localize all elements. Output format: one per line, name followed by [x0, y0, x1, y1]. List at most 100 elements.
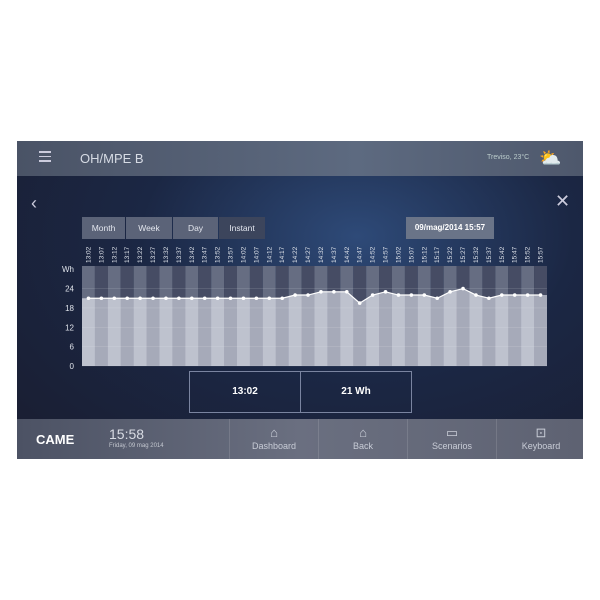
- y-axis-label: Wh: [62, 265, 74, 274]
- x-tick-label: 15:17: [434, 246, 441, 263]
- data-point: [487, 296, 491, 301]
- column-shade: [430, 266, 444, 366]
- x-tick-label: 15:47: [512, 246, 519, 263]
- data-point: [177, 296, 181, 301]
- data-point: [422, 293, 427, 297]
- column-shade: [482, 266, 496, 366]
- data-point: [319, 290, 323, 294]
- column-shade: [508, 266, 522, 366]
- nav-keyboard[interactable]: ⊡ Keyboard: [496, 419, 583, 459]
- x-tick-label: 15:42: [499, 246, 506, 263]
- x-tick-label: 13:27: [150, 246, 157, 263]
- x-tick-label: 14:07: [253, 246, 260, 263]
- data-point: [138, 296, 142, 301]
- x-tick-label: 15:22: [447, 246, 454, 263]
- x-tick-label: 15:02: [395, 246, 402, 263]
- column-shade: [327, 266, 341, 366]
- data-point: [306, 293, 310, 297]
- data-point: [396, 293, 401, 297]
- home-icon: ⌂: [270, 425, 278, 440]
- data-point: [151, 296, 155, 301]
- y-tick-label: 0: [70, 362, 75, 371]
- home-icon: ⌂: [359, 425, 367, 440]
- column-shade: [456, 266, 470, 366]
- x-tick-label: 13:12: [111, 246, 118, 263]
- readout-panel: 13:02 21 Wh: [189, 371, 412, 413]
- data-point: [383, 290, 388, 294]
- y-tick-label: 24: [65, 285, 74, 294]
- data-point: [332, 290, 336, 294]
- energy-chart: 13:02 13:07 13:12 13:17 13:22 13:27 13:32 13:37…: [62, 246, 547, 371]
- data-point: [538, 293, 543, 297]
- x-tick-label: 13:22: [137, 246, 144, 263]
- nav-label: Dashboard: [251, 441, 297, 451]
- scenarios-icon: ▭: [445, 425, 459, 440]
- column-shade: [534, 266, 547, 366]
- x-tick-label: 15:57: [538, 246, 545, 263]
- y-tick-label: 12: [65, 323, 74, 332]
- data-point: [357, 301, 362, 305]
- clock: 15:58: [109, 426, 145, 442]
- x-tick-label: 13:47: [202, 246, 209, 263]
- screen: OH/MPE B Treviso, 23°C ⛅ ‹ ✕ Month Week …: [17, 141, 583, 459]
- y-tick-label: 18: [65, 304, 74, 313]
- x-tick-label: 15:07: [408, 246, 415, 263]
- x-tick-label: 14:17: [279, 246, 286, 263]
- x-tick-label: 14:32: [318, 246, 325, 263]
- column-shade: [379, 266, 392, 366]
- data-point: [215, 296, 220, 301]
- nav-back[interactable]: ⌂ Back: [318, 419, 407, 459]
- x-tick-label: 13:57: [228, 246, 235, 263]
- data-point: [280, 296, 285, 301]
- came-logo: CAME: [36, 432, 75, 447]
- x-tick-label: 14:02: [240, 246, 247, 263]
- data-point: [112, 296, 117, 301]
- data-point: [293, 293, 297, 297]
- x-tick-label: 14:52: [370, 246, 377, 263]
- column-shade: [94, 266, 108, 366]
- data-point: [164, 296, 168, 301]
- x-tick-label: 14:27: [305, 246, 312, 263]
- x-tick-label: 13:07: [98, 246, 105, 263]
- data-point: [189, 296, 194, 301]
- x-tick-label: 13:32: [163, 246, 170, 263]
- data-point: [499, 293, 504, 297]
- data-point: [125, 296, 130, 301]
- data-point: [228, 296, 233, 301]
- nav-dashboard[interactable]: ⌂ Dashboard: [229, 419, 318, 459]
- data-point: [241, 296, 246, 301]
- data-point: [99, 296, 104, 301]
- column-shade: [301, 266, 315, 366]
- y-tick-label: 6: [70, 343, 75, 352]
- data-point: [86, 296, 91, 301]
- nav-scenarios[interactable]: ▭ Scenarios: [407, 419, 496, 459]
- column-shade: [249, 266, 263, 366]
- data-point: [344, 290, 349, 294]
- column-shade: [198, 266, 212, 366]
- data-point: [267, 296, 272, 301]
- data-point: [474, 293, 478, 297]
- column-shade: [120, 266, 134, 366]
- nav-label: Back: [352, 441, 373, 451]
- nav-label: Scenarios: [431, 441, 473, 451]
- data-point: [525, 293, 530, 297]
- date: Friday, 09 mag 2014: [109, 443, 164, 449]
- x-tick-label: 13:42: [189, 246, 196, 263]
- x-tick-label: 15:27: [460, 246, 467, 263]
- column-shade: [224, 266, 237, 366]
- x-tick-label: 13:17: [124, 246, 131, 263]
- x-tick-label: 15:32: [473, 246, 480, 263]
- x-tick-label: 14:57: [383, 246, 390, 263]
- column-shade: [146, 266, 160, 366]
- readout-time: 13:02: [190, 372, 301, 412]
- x-tick-label: 15:52: [525, 246, 532, 263]
- bottom-bar: CAME 15:58 Friday, 09 mag 2014 ⌂ Dashboar…: [17, 419, 583, 459]
- data-point: [370, 293, 375, 297]
- data-point: [202, 296, 207, 301]
- x-tick-label: 15:37: [486, 246, 493, 263]
- column-shade: [353, 266, 367, 366]
- data-point: [448, 290, 452, 294]
- x-tick-label: 15:12: [421, 246, 428, 263]
- data-point: [409, 293, 414, 297]
- column-shade: [172, 266, 186, 366]
